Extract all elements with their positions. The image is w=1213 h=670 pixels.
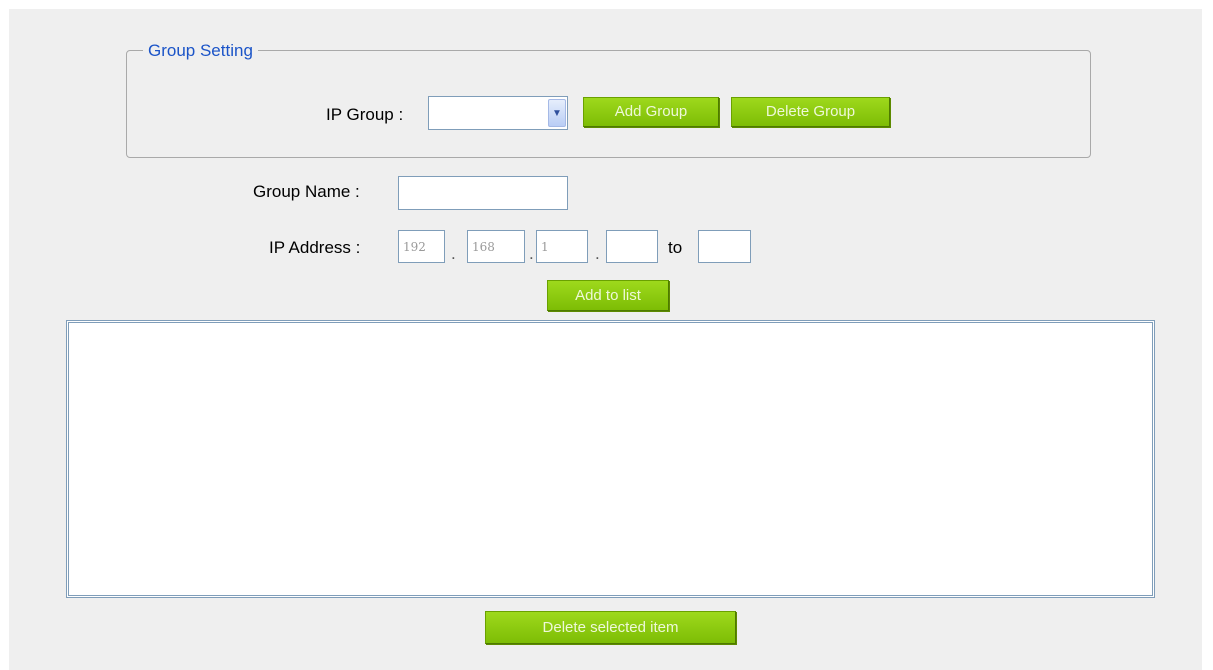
ip-address-label: IP Address : — [269, 238, 361, 257]
chevron-down-icon[interactable]: ▼ — [548, 99, 566, 127]
group-name-label: Group Name : — [253, 182, 360, 201]
delete-selected-item-button[interactable]: Delete selected item — [485, 611, 736, 644]
group-name-input[interactable] — [398, 176, 568, 210]
ip-octet-3-input[interactable] — [536, 230, 588, 263]
octet-separator-dot: . — [529, 244, 534, 263]
ip-octet-2-input[interactable] — [467, 230, 525, 263]
ip-octet-4-input[interactable] — [606, 230, 658, 263]
group-setting-legend: Group Setting — [143, 40, 258, 62]
ip-group-select[interactable]: ▼ — [428, 96, 568, 130]
ip-group-listbox[interactable] — [66, 320, 1155, 598]
octet-separator-dot: . — [595, 244, 600, 263]
ip-octet-1-input[interactable] — [398, 230, 445, 263]
ip-group-label: IP Group : — [326, 105, 404, 124]
octet-separator-dot: . — [451, 244, 456, 263]
range-to-label: to — [668, 238, 683, 257]
add-group-button[interactable]: Add Group — [583, 97, 719, 127]
delete-group-button[interactable]: Delete Group — [731, 97, 890, 127]
ip-range-end-input[interactable] — [698, 230, 751, 263]
add-to-list-button[interactable]: Add to list — [547, 280, 669, 311]
